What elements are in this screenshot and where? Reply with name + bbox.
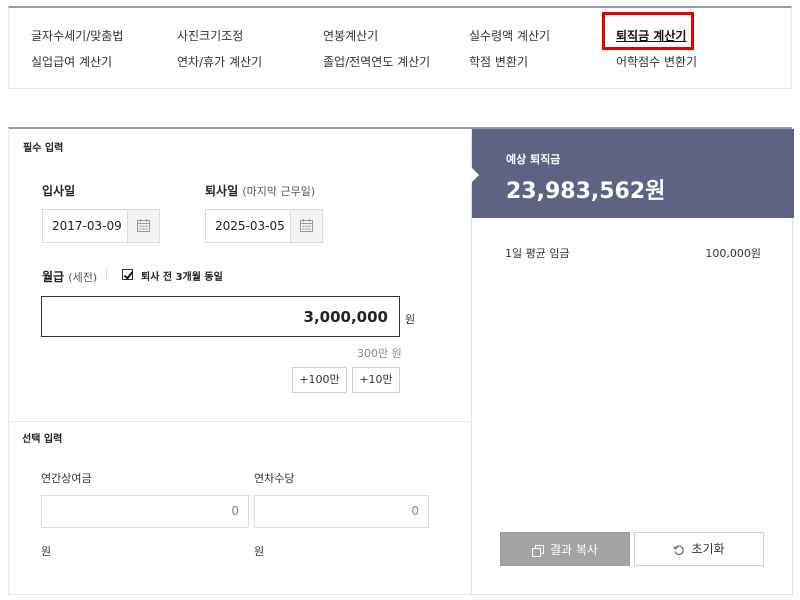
annual-bonus-label: 연간상여금 bbox=[41, 472, 92, 485]
same-3months-label: 퇴사 전 3개월 동일 bbox=[141, 272, 223, 283]
salary-unit: 원 bbox=[405, 313, 416, 326]
required-section-title: 필수 입력 bbox=[23, 143, 64, 154]
copy-result-button[interactable]: 결과 복사 bbox=[500, 532, 630, 566]
copy-icon bbox=[532, 544, 544, 557]
nav-link-language-score-converter[interactable]: 어학점수 변환기 bbox=[616, 53, 697, 70]
leave-allowance-unit: 원 bbox=[254, 545, 265, 558]
calendar-icon bbox=[300, 219, 313, 232]
annual-bonus-value: 0 bbox=[231, 504, 239, 518]
reset-label: 초기화 bbox=[691, 542, 725, 556]
leave-date-label-text: 퇴사일 bbox=[205, 184, 239, 198]
result-pointer bbox=[471, 167, 479, 183]
salary-label: 월급 (세전) bbox=[42, 268, 97, 285]
section-divider bbox=[8, 421, 470, 422]
nav-link-grade-converter[interactable]: 학점 변환기 bbox=[469, 53, 528, 70]
leave-date-label: 퇴사일 (마지막 근무일) bbox=[205, 182, 315, 199]
add-100man-button[interactable]: +100만 bbox=[292, 367, 347, 393]
same-3months-checkbox[interactable] bbox=[122, 269, 133, 280]
annual-bonus-input[interactable]: 0 bbox=[41, 495, 249, 528]
leave-date-field[interactable]: 2025-03-05 bbox=[205, 209, 323, 243]
severance-amount: 23,983,562원 bbox=[506, 179, 666, 204]
salary-divider bbox=[106, 268, 107, 280]
leave-date-value: 2025-03-05 bbox=[215, 219, 285, 233]
nav-link-salary-calculator[interactable]: 연봉계산기 bbox=[323, 27, 378, 44]
nav-link-net-pay-calculator[interactable]: 실수령액 계산기 bbox=[469, 27, 550, 44]
nav-link-unemployment-calculator[interactable]: 실업급여 계산기 bbox=[31, 53, 112, 70]
join-date-field[interactable]: 2017-03-09 bbox=[42, 209, 160, 243]
nav-link-leave-calculator[interactable]: 연차/휴가 계산기 bbox=[177, 53, 262, 70]
salary-label-sub: (세전) bbox=[68, 271, 98, 284]
salary-label-text: 월급 bbox=[42, 270, 65, 284]
optional-section-title: 선택 입력 bbox=[22, 434, 63, 445]
nav-link-character-count[interactable]: 글자수세기/맞춤법 bbox=[31, 27, 123, 44]
result-header: 예상 퇴직금 23,983,562원 bbox=[471, 129, 794, 218]
reset-icon bbox=[673, 544, 685, 555]
salary-hint: 300만 원 bbox=[357, 347, 402, 360]
calendar-icon bbox=[137, 219, 150, 232]
join-date-picker-button[interactable] bbox=[127, 210, 159, 242]
active-nav-highlight bbox=[602, 12, 694, 50]
nav-link-graduation-year-calculator[interactable]: 졸업/전역연도 계산기 bbox=[323, 53, 430, 70]
reset-button[interactable]: 초기화 bbox=[634, 532, 764, 566]
copy-result-label: 결과 복사 bbox=[550, 543, 598, 557]
result-panel: 예상 퇴직금 23,983,562원 1일 평균 임금 100,000원 결과 … bbox=[471, 129, 794, 595]
leave-allowance-value: 0 bbox=[411, 504, 419, 518]
avg-daily-wage-label: 1일 평균 임금 bbox=[505, 247, 570, 260]
avg-daily-wage-value: 100,000원 bbox=[705, 247, 761, 260]
leave-allowance-label: 연차수당 bbox=[254, 472, 295, 485]
salary-input[interactable]: 3,000,000 bbox=[41, 296, 400, 337]
join-date-value: 2017-03-09 bbox=[52, 219, 122, 233]
result-caption: 예상 퇴직금 bbox=[506, 153, 561, 166]
annual-bonus-unit: 원 bbox=[41, 545, 52, 558]
join-date-label: 입사일 bbox=[42, 184, 76, 198]
salary-value: 3,000,000 bbox=[303, 308, 388, 326]
leave-date-picker-button[interactable] bbox=[290, 210, 322, 242]
leave-allowance-input[interactable]: 0 bbox=[254, 495, 429, 528]
leave-date-label-sub: (마지막 근무일) bbox=[242, 185, 316, 198]
add-10man-button[interactable]: +10만 bbox=[352, 367, 400, 393]
nav-link-photo-resize[interactable]: 사진크기조정 bbox=[177, 27, 243, 44]
